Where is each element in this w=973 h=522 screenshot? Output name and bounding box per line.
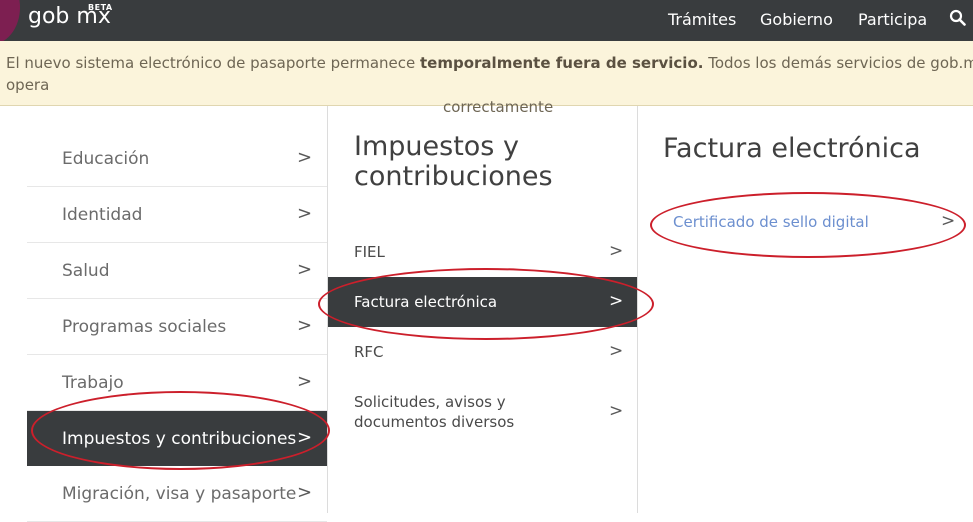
menu-item-programas-sociales[interactable]: Programas sociales > (27, 299, 327, 355)
banner-text-line2: correctamente (443, 98, 554, 116)
submenu-item-factura-electronica[interactable]: Factura electrónica > (328, 277, 637, 327)
menu-item-identidad[interactable]: Identidad > (27, 187, 327, 243)
submenu-item-solicitudes[interactable]: Solicitudes, avisos y documentos diverso… (328, 382, 637, 444)
banner-text: El nuevo sistema electrónico de pasaport… (6, 52, 973, 118)
link-certificado-sello-digital[interactable]: Certificado de sello digital (673, 213, 869, 231)
submenu-item-label: FIEL (354, 243, 385, 261)
detail-title: Factura electrónica (663, 133, 921, 164)
category-menu: Educación > Identidad > Salud > Programas s… (27, 131, 327, 522)
menu-item-label: Migración, visa y pasaporte (62, 484, 297, 504)
nav-participa[interactable]: Participa (858, 10, 927, 29)
subcategory-title: Impuestos y contribuciones (354, 131, 553, 192)
decorative-arc (0, 0, 20, 45)
submenu-item-rfc[interactable]: RFC > (328, 327, 637, 377)
chevron-right-icon: > (609, 341, 624, 361)
chevron-right-icon: > (297, 203, 313, 224)
menu-item-salud[interactable]: Salud > (27, 243, 327, 299)
chevron-right-icon: > (609, 241, 624, 261)
banner-text-bold: temporalmente fuera de servicio. (420, 54, 704, 72)
submenu-item-fiel[interactable]: FIEL > (328, 227, 637, 277)
menu-item-trabajo[interactable]: Trabajo > (27, 355, 327, 411)
search-icon[interactable] (949, 8, 966, 30)
chevron-right-icon: > (297, 482, 313, 503)
menu-item-label: Programas sociales (62, 317, 227, 337)
nav-gobierno[interactable]: Gobierno (760, 10, 833, 29)
chevron-right-icon: > (297, 259, 313, 280)
menu-item-label: Identidad (62, 205, 143, 225)
service-alert-banner: El nuevo sistema electrónico de pasaport… (0, 41, 973, 116)
nav-tramites[interactable]: Trámites (668, 10, 736, 29)
menu-item-label: Trabajo (62, 373, 124, 393)
top-navbar: gob mx BETA Trámites Gobierno Participa (0, 0, 973, 45)
chevron-right-icon: > (297, 315, 313, 336)
chevron-right-icon: > (941, 211, 956, 231)
chevron-right-icon: > (297, 427, 313, 448)
menu-item-educacion[interactable]: Educación > (27, 131, 327, 187)
chevron-right-icon: > (297, 147, 313, 168)
submenu-item-label: Solicitudes, avisos y documentos diverso… (354, 393, 515, 431)
menu-item-label: Impuestos y contribuciones (62, 429, 297, 449)
column-divider (637, 106, 638, 513)
menu-item-label: Salud (62, 261, 110, 281)
menu-item-label: Educación (62, 149, 150, 169)
submenu-item-label: RFC (354, 343, 384, 361)
chevron-right-icon: > (609, 401, 624, 421)
menu-item-migracion-visa-pasaporte[interactable]: Migración, visa y pasaporte > (27, 466, 327, 522)
chevron-right-icon: > (609, 291, 624, 311)
chevron-right-icon: > (297, 371, 313, 392)
banner-text-start: El nuevo sistema electrónico de pasaport… (6, 54, 421, 72)
menu-item-impuestos-y-contribuciones[interactable]: Impuestos y contribuciones > (27, 411, 327, 466)
beta-badge: BETA (88, 3, 113, 12)
submenu-item-label: Factura electrónica (354, 293, 498, 311)
